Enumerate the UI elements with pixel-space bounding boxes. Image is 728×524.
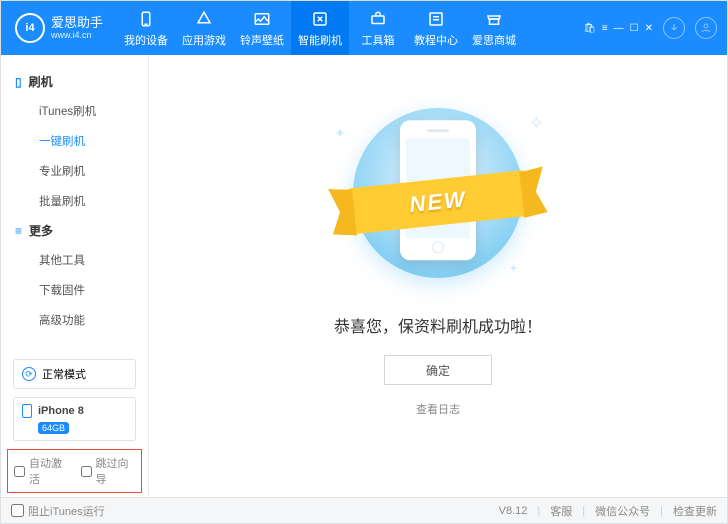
app-window: i4 爱思助手 www.i4.cn 我的设备应用游戏铃声壁纸智能刷机工具箱教程中… <box>0 0 728 524</box>
sidebar-section-flash[interactable]: ▯ 刷机 <box>1 67 148 96</box>
header-bar: i4 爱思助手 www.i4.cn 我的设备应用游戏铃声壁纸智能刷机工具箱教程中… <box>1 1 727 55</box>
sidebar-item-pro[interactable]: 专业刷机 <box>1 156 148 186</box>
hero-illustration: ✦ ✧ ✦ NEW <box>328 103 548 283</box>
user-button[interactable] <box>695 17 717 39</box>
options-row: 自动激活 跳过向导 <box>7 449 142 493</box>
apps-icon <box>194 9 214 29</box>
sidebar-item-oneclick[interactable]: 一键刷机 <box>1 126 148 156</box>
sidebar-list-flash: iTunes刷机一键刷机专业刷机批量刷机 <box>1 96 148 216</box>
toolbox-icon <box>368 9 388 29</box>
footer-link[interactable]: 检查更新 <box>673 503 717 519</box>
success-message: 恭喜您，保资料刷机成功啦！ <box>334 313 542 337</box>
storage-badge: 64GB <box>38 422 69 434</box>
nav-store[interactable]: 爱思商城 <box>465 1 523 55</box>
nav-device[interactable]: 我的设备 <box>117 1 175 55</box>
window-controls: 🛍 ≡ — ☐ ✕ <box>583 23 653 34</box>
logo-icon: i4 <box>15 13 45 43</box>
phone-icon <box>22 404 32 418</box>
logo[interactable]: i4 爱思助手 www.i4.cn <box>1 13 117 43</box>
menu-icon[interactable]: ≡ <box>602 23 608 34</box>
nav-ring[interactable]: 铃声壁纸 <box>233 1 291 55</box>
flash-icon <box>310 9 330 29</box>
mode-box[interactable]: ⟳ 正常模式 <box>13 359 136 389</box>
footer-link[interactable]: 微信公众号 <box>595 503 650 519</box>
nav-apps[interactable]: 应用游戏 <box>175 1 233 55</box>
sidebar-item-advanced[interactable]: 高级功能 <box>1 305 148 335</box>
download-button[interactable] <box>663 17 685 39</box>
sidebar-item-batch[interactable]: 批量刷机 <box>1 186 148 216</box>
nav-tutorial[interactable]: 教程中心 <box>407 1 465 55</box>
logo-url: www.i4.cn <box>51 30 103 40</box>
device-box[interactable]: iPhone 8 64GB <box>13 397 136 441</box>
auto-activate-checkbox[interactable]: 自动激活 <box>14 455 69 487</box>
close-icon[interactable]: ✕ <box>645 23 653 34</box>
version-label: V8.12 <box>499 505 528 517</box>
ok-button[interactable]: 确定 <box>384 355 492 385</box>
device-icon <box>136 9 156 29</box>
ring-icon <box>252 9 272 29</box>
cycle-icon: ⟳ <box>22 367 36 381</box>
skip-wizard-checkbox[interactable]: 跳过向导 <box>81 455 136 487</box>
sidebar-item-download[interactable]: 下载固件 <box>1 275 148 305</box>
logo-name: 爱思助手 <box>51 16 103 30</box>
store-icon <box>484 9 504 29</box>
minimize-icon[interactable]: — <box>614 23 624 34</box>
nav-flash[interactable]: 智能刷机 <box>291 1 349 55</box>
main-panel: ✦ ✧ ✦ NEW 恭喜您，保资料刷机成功啦！ 确定 查看日志 <box>149 55 727 497</box>
sidebar: ▯ 刷机 iTunes刷机一键刷机专业刷机批量刷机 ≡ 更多 其他工具下载固件高… <box>1 55 149 497</box>
header-right: 🛍 ≡ — ☐ ✕ <box>583 17 727 39</box>
footer-link[interactable]: 客服 <box>550 503 572 519</box>
header-nav: 我的设备应用游戏铃声壁纸智能刷机工具箱教程中心爱思商城 <box>117 1 523 55</box>
sidebar-item-other[interactable]: 其他工具 <box>1 245 148 275</box>
sidebar-list-more: 其他工具下载固件高级功能 <box>1 245 148 335</box>
sidebar-section-more[interactable]: ≡ 更多 <box>1 216 148 245</box>
view-log-link[interactable]: 查看日志 <box>416 401 460 417</box>
prevent-itunes-checkbox[interactable]: 阻止iTunes运行 <box>11 503 105 519</box>
nav-toolbox[interactable]: 工具箱 <box>349 1 407 55</box>
body: ▯ 刷机 iTunes刷机一键刷机专业刷机批量刷机 ≡ 更多 其他工具下载固件高… <box>1 55 727 497</box>
shopping-cart-icon[interactable]: 🛍 <box>583 23 596 34</box>
device-icon: ▯ <box>15 75 22 89</box>
footer-bar: 阻止iTunes运行 V8.12|客服|微信公众号|检查更新 <box>1 497 727 523</box>
sidebar-item-itunes[interactable]: iTunes刷机 <box>1 96 148 126</box>
maximize-icon[interactable]: ☐ <box>630 23 639 34</box>
tutorial-icon <box>426 9 446 29</box>
more-icon: ≡ <box>15 224 22 238</box>
